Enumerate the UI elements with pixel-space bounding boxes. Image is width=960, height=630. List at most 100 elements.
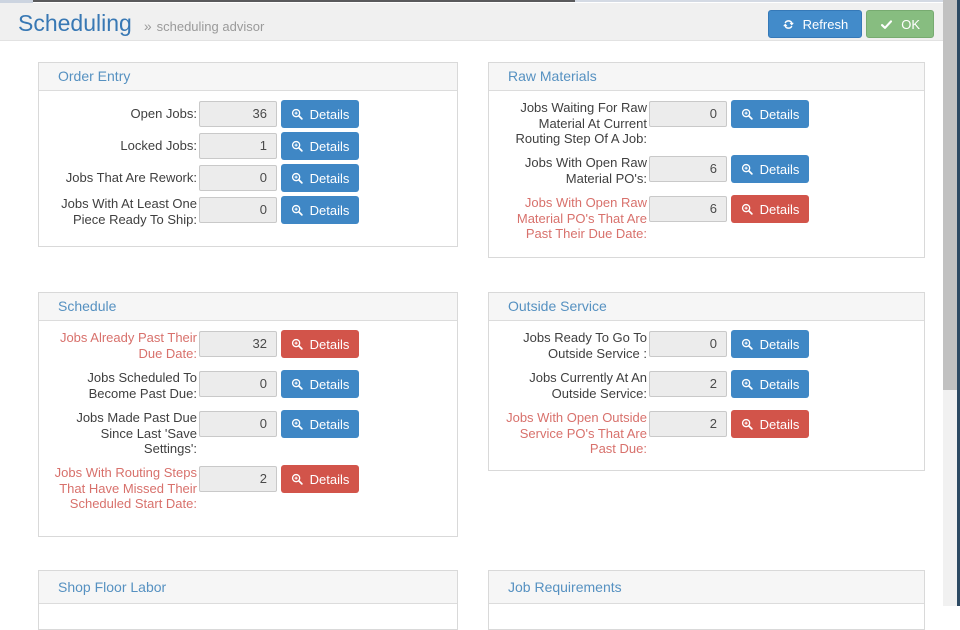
panel-order-entry: Order Entry Open Jobs: 36 Details Locked… [38,62,458,247]
details-button-label: Details [760,377,800,392]
details-button[interactable]: Details [281,164,359,192]
search-plus-icon [291,172,304,185]
details-button[interactable]: Details [731,370,809,398]
search-plus-icon [291,204,304,217]
metric-row: Jobs Scheduled To Become Past Due: 0 Det… [39,370,457,398]
metric-label: Jobs With Open Raw Material PO's: [499,155,647,186]
panel-schedule: Schedule Jobs Already Past Their Due Dat… [38,292,458,537]
details-button-label: Details [760,417,800,432]
search-plus-icon [291,338,304,351]
metric-value-field: 0 [649,101,727,127]
metric-row: Jobs Ready To Go To Outside Service : 0 … [489,330,924,358]
details-button-label: Details [310,139,350,154]
metric-value-field: 2 [649,371,727,397]
details-button[interactable]: Details [731,330,809,358]
scrollbar[interactable] [943,0,957,606]
metric-row: Jobs Made Past Due Since Last 'Save Sett… [39,410,457,438]
metric-label: Jobs Scheduled To Become Past Due: [49,370,197,401]
app-header: Scheduling »scheduling advisor Refresh O… [0,3,960,41]
metric-label: Jobs Already Past Their Due Date: [49,330,197,361]
page-title: Scheduling [18,10,132,36]
metric-label: Jobs With At Least One Piece Ready To Sh… [49,196,197,227]
details-button[interactable]: Details [281,410,359,438]
metric-label: Jobs Currently At An Outside Service: [499,370,647,401]
details-button[interactable]: Details [731,100,809,128]
metric-value-field: 2 [199,466,277,492]
panel-title: Schedule [39,293,457,321]
details-button[interactable]: Details [281,370,359,398]
metric-label: Jobs Waiting For Raw Material At Current… [499,100,647,147]
metric-row: Jobs With Open Raw Material PO's That Ar… [489,195,924,223]
search-plus-icon [291,108,304,121]
details-button-label: Details [310,203,350,218]
metric-label: Jobs With Open Raw Material PO's That Ar… [499,195,647,242]
metric-label: Jobs Made Past Due Since Last 'Save Sett… [49,410,197,457]
details-button-label: Details [310,472,350,487]
check-icon [880,18,893,31]
details-button-label: Details [310,417,350,432]
details-button[interactable]: Details [281,132,359,160]
panel-raw-materials: Raw Materials Jobs Waiting For Raw Mater… [488,62,925,258]
metric-row: Jobs With At Least One Piece Ready To Sh… [39,196,457,224]
panel-shop-floor-labor: Shop Floor Labor [38,570,458,630]
panel-title: Raw Materials [489,63,924,91]
metric-row: Open Jobs: 36 Details [39,100,457,128]
ok-button[interactable]: OK [866,10,934,38]
details-button-label: Details [760,202,800,217]
metric-row: Jobs With Open Raw Material PO's: 6 Deta… [489,155,924,183]
ok-button-label: OK [901,17,920,32]
details-button[interactable]: Details [731,195,809,223]
details-button-label: Details [760,107,800,122]
metric-value-field: 0 [199,197,277,223]
search-plus-icon [741,338,754,351]
details-button-label: Details [310,377,350,392]
metric-row: Locked Jobs: 1 Details [39,132,457,160]
details-button-label: Details [310,337,350,352]
details-button[interactable]: Details [731,155,809,183]
panel-title: Job Requirements [489,571,924,604]
panel-title: Shop Floor Labor [39,571,457,604]
metric-label: Jobs With Open Outside Service PO's That… [499,410,647,457]
breadcrumb-separator: » [144,18,152,34]
browser-edge-line-light [575,0,960,2]
details-button[interactable]: Details [281,100,359,128]
search-plus-icon [291,140,304,153]
details-button[interactable]: Details [281,196,359,224]
search-plus-icon [741,163,754,176]
metric-row: Jobs With Routing Steps That Have Missed… [39,465,457,493]
metric-value-field: 0 [199,371,277,397]
panel-title: Order Entry [39,63,457,91]
metric-label: Open Jobs: [49,100,197,128]
refresh-button[interactable]: Refresh [768,10,863,38]
metric-value-field: 2 [649,411,727,437]
details-button-label: Details [760,337,800,352]
search-plus-icon [741,378,754,391]
refresh-button-label: Refresh [803,17,849,32]
search-plus-icon [291,418,304,431]
metric-row: Jobs With Open Outside Service PO's That… [489,410,924,438]
details-button[interactable]: Details [281,465,359,493]
metric-row: Jobs Currently At An Outside Service: 2 … [489,370,924,398]
metric-value-field: 36 [199,101,277,127]
metric-row: Jobs Already Past Their Due Date: 32 Det… [39,330,457,358]
refresh-icon [782,18,795,31]
details-button[interactable]: Details [281,330,359,358]
details-button-label: Details [310,171,350,186]
metric-value-field: 6 [649,156,727,182]
search-plus-icon [741,108,754,121]
metric-row: Jobs That Are Rework: 0 Details [39,164,457,192]
metric-value-field: 0 [649,331,727,357]
metric-row: Jobs Waiting For Raw Material At Current… [489,100,924,128]
search-plus-icon [291,378,304,391]
header-actions: Refresh OK [768,10,934,38]
metric-value-field: 32 [199,331,277,357]
metric-label: Jobs Ready To Go To Outside Service : [499,330,647,361]
panel-job-requirements: Job Requirements [488,570,925,630]
breadcrumb: »scheduling advisor [144,18,264,34]
scrollbar-thumb[interactable] [943,0,957,390]
search-plus-icon [291,473,304,486]
panel-outside-service: Outside Service Jobs Ready To Go To Outs… [488,292,925,471]
details-button[interactable]: Details [731,410,809,438]
metric-label: Jobs With Routing Steps That Have Missed… [49,465,197,512]
panel-title: Outside Service [489,293,924,321]
